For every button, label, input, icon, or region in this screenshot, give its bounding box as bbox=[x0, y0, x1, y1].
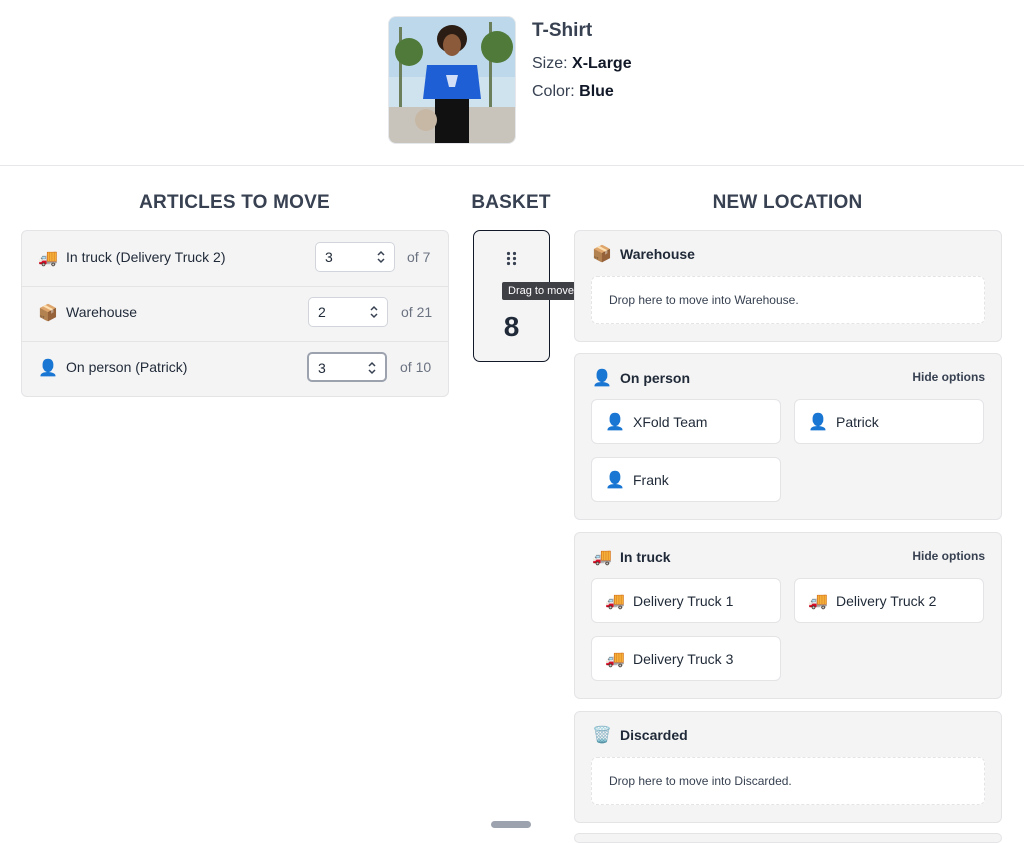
product-size: Size: X-Large bbox=[532, 55, 632, 73]
option-label: Delivery Truck 3 bbox=[633, 651, 734, 667]
hide-options-button[interactable]: Hide options bbox=[912, 370, 985, 384]
location-on-person: 👤 On person Hide options 👤 XFold Team 👤 … bbox=[574, 353, 1002, 520]
quantity-value: 3 bbox=[318, 360, 326, 376]
trash-icon: 🗑️ bbox=[592, 727, 612, 744]
dropzone-text: Drop here to move into Warehouse. bbox=[609, 293, 799, 307]
stepper-chevrons-icon[interactable] bbox=[369, 303, 379, 321]
package-icon: 📦 bbox=[592, 246, 612, 263]
warehouse-dropzone[interactable]: Drop here to move into Warehouse. bbox=[591, 276, 985, 324]
quantity-stepper[interactable]: 3 bbox=[315, 242, 395, 272]
option-delivery-truck-2[interactable]: 🚚 Delivery Truck 2 bbox=[794, 578, 984, 623]
location-discarded: 🗑️ Discarded Drop here to move into Disc… bbox=[574, 711, 1002, 823]
article-available: of 21 bbox=[401, 304, 433, 320]
stepper-chevrons-icon[interactable] bbox=[376, 248, 386, 266]
article-label: Warehouse bbox=[66, 304, 138, 320]
stepper-chevrons-icon[interactable] bbox=[367, 359, 377, 377]
truck-icon: 🚚 bbox=[592, 549, 612, 566]
product-title: T-Shirt bbox=[532, 20, 593, 41]
color-value: Blue bbox=[579, 83, 614, 100]
location-next-partial bbox=[574, 833, 1002, 843]
person-icon: 👤 bbox=[38, 360, 58, 377]
location-in-truck: 🚚 In truck Hide options 🚚 Delivery Truck… bbox=[574, 532, 1002, 699]
quantity-value: 3 bbox=[325, 249, 333, 265]
dropzone-text: Drop here to move into Discarded. bbox=[609, 774, 792, 788]
truck-icon: 🚚 bbox=[808, 593, 828, 610]
option-patrick[interactable]: 👤 Patrick bbox=[794, 399, 984, 444]
truck-icon: 🚚 bbox=[605, 651, 625, 668]
basket-title: BASKET bbox=[471, 192, 551, 213]
color-label: Color: bbox=[532, 83, 575, 100]
location-label: In truck bbox=[620, 549, 671, 565]
person-icon: 👤 bbox=[605, 472, 625, 489]
product-header: T-Shirt Size: X-Large Color: Blue bbox=[0, 0, 1024, 166]
quantity-stepper[interactable]: 2 bbox=[308, 297, 388, 327]
option-delivery-truck-1[interactable]: 🚚 Delivery Truck 1 bbox=[591, 578, 781, 623]
product-image bbox=[388, 16, 516, 144]
person-icon: 👤 bbox=[605, 414, 625, 431]
articles-panel: 🚚 In truck (Delivery Truck 2) 3 of 7 📦 W… bbox=[21, 230, 449, 397]
person-icon: 👤 bbox=[592, 370, 612, 387]
location-label: On person bbox=[620, 370, 691, 386]
location-warehouse: 📦 Warehouse Drop here to move into Wareh… bbox=[574, 230, 1002, 342]
person-icon: 👤 bbox=[808, 414, 828, 431]
article-row: 🚚 In truck (Delivery Truck 2) 3 of 7 bbox=[22, 231, 448, 287]
article-row: 📦 Warehouse 2 of 21 bbox=[22, 286, 448, 342]
articles-title: ARTICLES TO MOVE bbox=[139, 192, 330, 213]
option-frank[interactable]: 👤 Frank bbox=[591, 457, 781, 502]
size-label: Size: bbox=[532, 55, 568, 72]
discarded-dropzone[interactable]: Drop here to move into Discarded. bbox=[591, 757, 985, 805]
option-label: Patrick bbox=[836, 414, 879, 430]
quantity-stepper[interactable]: 3 bbox=[307, 352, 387, 382]
scroll-handle[interactable] bbox=[491, 821, 531, 828]
article-label: In truck (Delivery Truck 2) bbox=[66, 249, 226, 265]
location-label: Discarded bbox=[620, 727, 688, 743]
article-row: 👤 On person (Patrick) 3 of 10 bbox=[22, 341, 448, 396]
package-icon: 📦 bbox=[38, 305, 58, 322]
product-color: Color: Blue bbox=[532, 83, 614, 101]
option-delivery-truck-3[interactable]: 🚚 Delivery Truck 3 bbox=[591, 636, 781, 681]
truck-icon: 🚚 bbox=[605, 593, 625, 610]
new-location-title: NEW LOCATION bbox=[712, 192, 863, 213]
option-label: XFold Team bbox=[633, 414, 708, 430]
location-label: Warehouse bbox=[620, 246, 695, 262]
basket-count: 8 bbox=[503, 311, 520, 342]
product-photo bbox=[389, 17, 515, 143]
hide-options-button[interactable]: Hide options bbox=[912, 549, 985, 563]
article-available: of 7 bbox=[407, 249, 431, 265]
truck-icon: 🚚 bbox=[38, 250, 58, 267]
drag-tooltip: Drag to move bbox=[502, 282, 581, 300]
option-label: Delivery Truck 2 bbox=[836, 593, 937, 609]
option-label: Delivery Truck 1 bbox=[633, 593, 734, 609]
article-available: of 10 bbox=[400, 359, 432, 375]
quantity-value: 2 bbox=[318, 304, 326, 320]
option-xfold-team[interactable]: 👤 XFold Team bbox=[591, 399, 781, 444]
size-value: X-Large bbox=[572, 55, 632, 72]
drag-handle-icon[interactable] bbox=[506, 251, 517, 266]
option-label: Frank bbox=[633, 472, 669, 488]
article-label: On person (Patrick) bbox=[66, 359, 188, 375]
